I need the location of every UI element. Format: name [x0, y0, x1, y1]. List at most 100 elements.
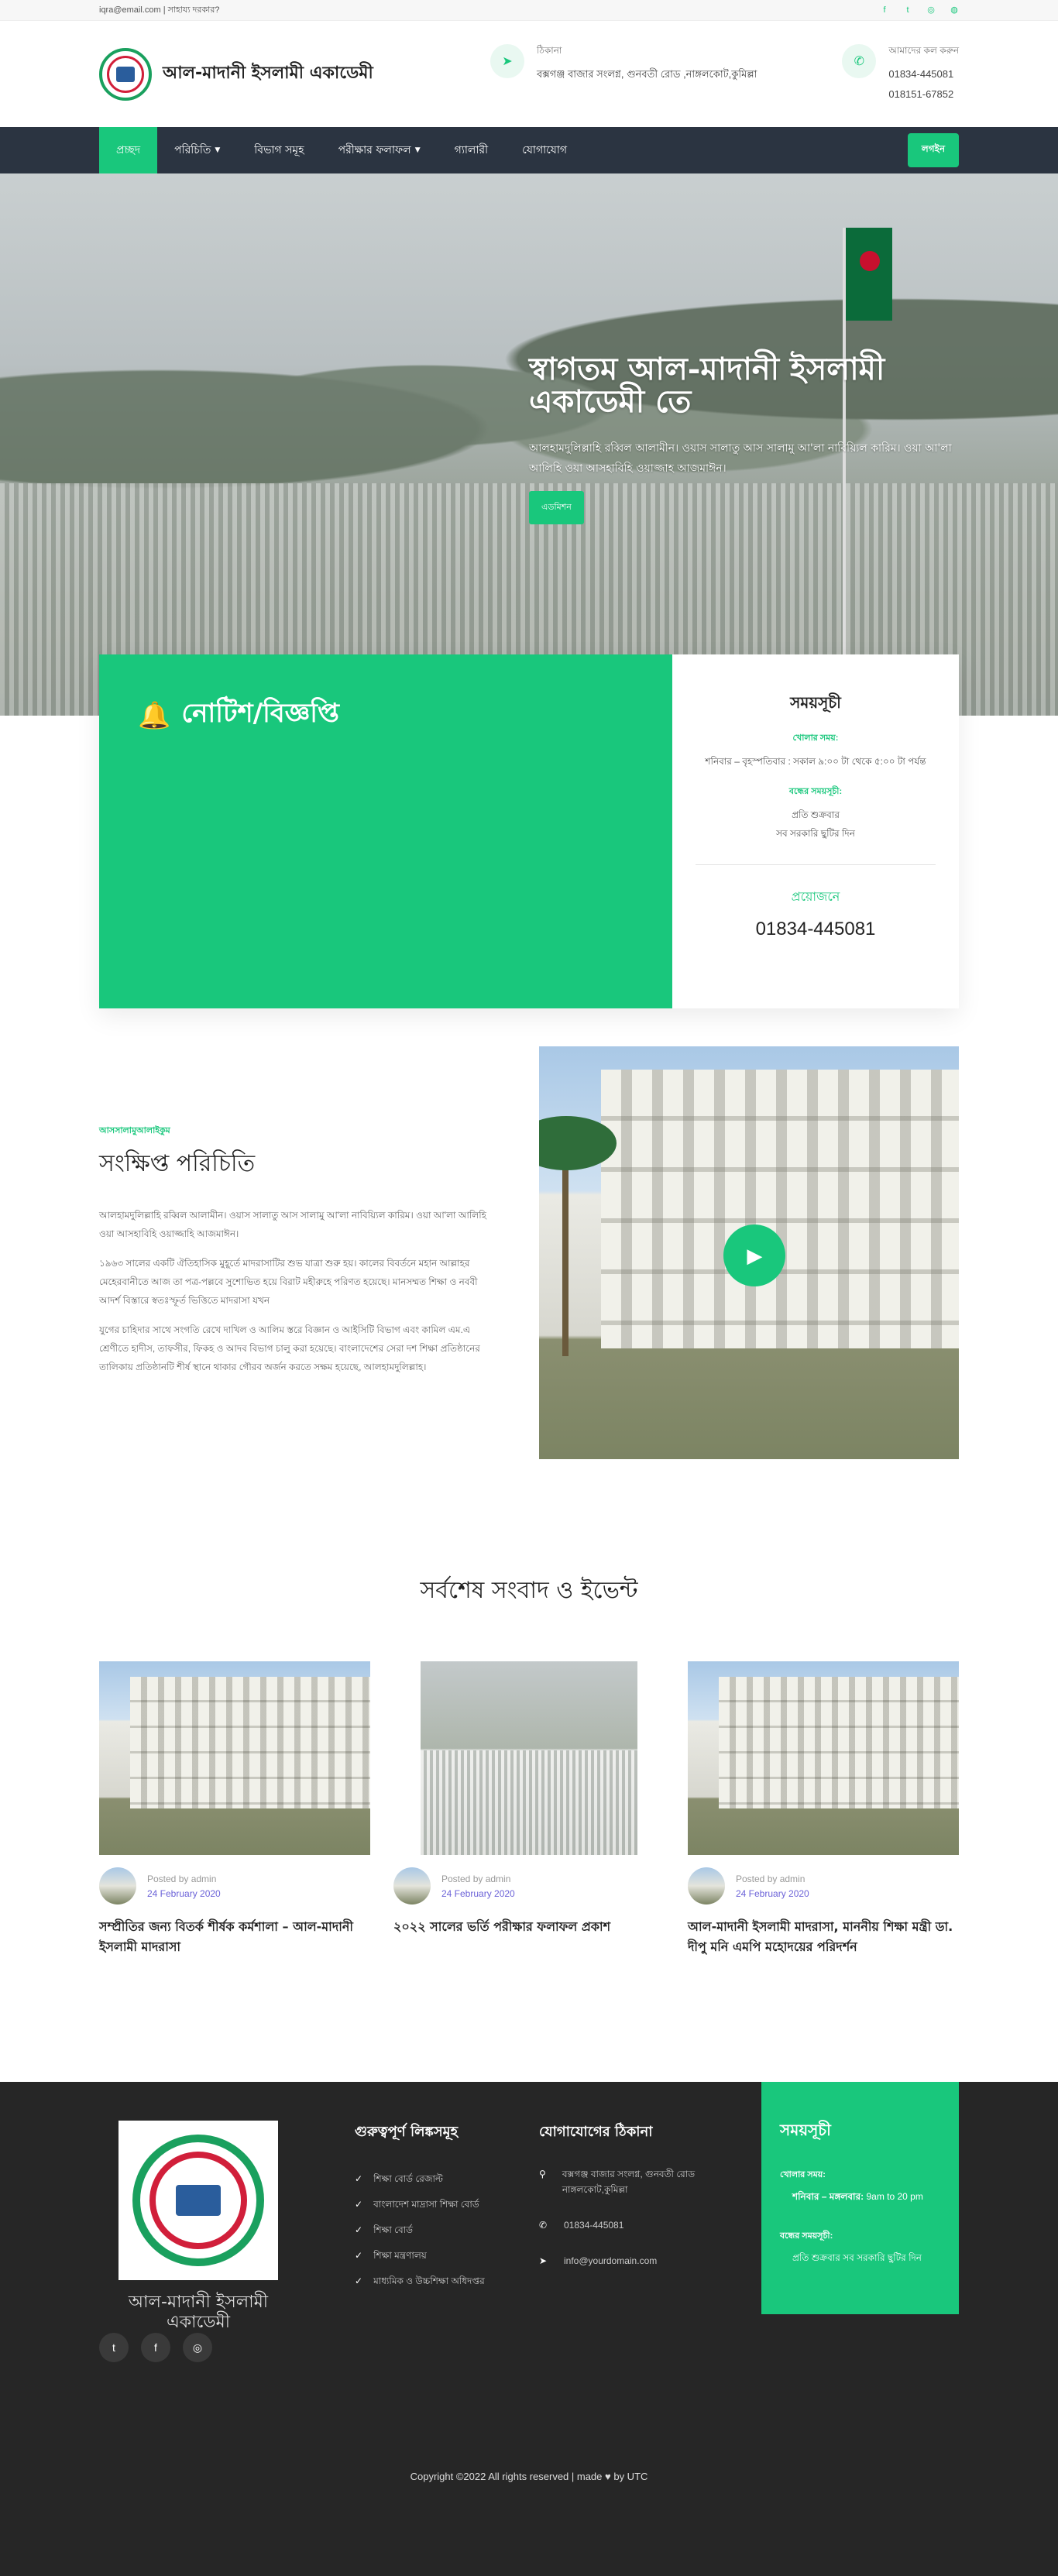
login-button[interactable]: লগইন [907, 133, 959, 167]
news-thumbnail[interactable] [421, 1661, 637, 1855]
footer-email-text: info@yourdomain.com [564, 2255, 658, 2266]
footer-links-title: গুরুত্বপূর্ণ লিঙ্কসমূহ [355, 2124, 459, 2140]
news-posted-by: Posted by admin [147, 1873, 217, 1884]
schedule-phone: 01834-445081 [755, 919, 876, 939]
avatar [99, 1867, 136, 1905]
news-posted-by: Posted by admin [736, 1873, 806, 1884]
site-header: আল-মাদানী ইসলামী একাডেমী ➤ ঠিকানা বক্সগঞ… [0, 21, 1058, 127]
news-thumbnail[interactable] [688, 1661, 959, 1855]
check-icon: ✓ [355, 2199, 363, 2210]
footer-link[interactable]: ✓ শিক্ষা বোর্ড রেজাল্ট [355, 2166, 485, 2192]
nav-item-label: পরীক্ষার ফলাফল [338, 144, 411, 156]
nav-item-gallery[interactable]: গ্যালারী [438, 127, 506, 173]
notice-title: নোটিশ/বিজ্ঞপ্তি [181, 698, 339, 729]
news-posted-by: Posted by admin [441, 1873, 511, 1884]
location-arrow-icon: ➤ [489, 43, 524, 78]
admission-button[interactable]: এডমিশন [529, 491, 584, 524]
news-meta: Posted by admin 24 February 2020 [99, 1867, 370, 1905]
chevron-down-icon: ▼ [215, 146, 221, 154]
footer-address: ⚲ বক্সগঞ্জ বাজার সংলগ্ন, গুনবতী রোড নাঙ্গ… [539, 2166, 733, 2197]
nav-item-departments[interactable]: বিভাগ সমূহ [237, 127, 321, 173]
news-date[interactable]: 24 February 2020 [441, 1888, 515, 1899]
logo[interactable] [99, 47, 152, 101]
facebook-icon[interactable]: f [880, 5, 889, 15]
news-title[interactable]: সম্প্রীতির জন্য বিতর্ক শীর্ষক কর্মশালা –… [99, 1917, 370, 1957]
hero-title: স্বাগতম আল-মাদানী ইসলামী একাডেমী তে [529, 351, 885, 420]
facebook-icon[interactable]: f [141, 2333, 170, 2362]
nav-item-label: গ্যালারী [454, 144, 489, 156]
hero-subtitle: আলহামদুলিল্লাহি রব্বিল আলামীন। ওয়াস সাল… [529, 442, 952, 475]
news-date[interactable]: 24 February 2020 [147, 1888, 221, 1899]
instagram-icon[interactable]: ◎ [183, 2333, 212, 2362]
nav-item-results[interactable]: পরীক্ষার ফলাফল ▼ [321, 127, 438, 173]
closed-time-value-2: সব সরকারি ছুটির দিন [776, 828, 855, 839]
footer-open-hours: 9am to 20 pm [866, 2191, 923, 2202]
footer-link[interactable]: ✓ শিক্ষা মন্ত্রণালয় [355, 2243, 485, 2269]
nav-item-label: বিভাগ সমূহ [254, 144, 304, 156]
footer-link[interactable]: ✓ মাধ্যমিক ও উচ্চশিক্ষা অধিদপ্তর [355, 2269, 485, 2294]
nav-item-contact[interactable]: যোগাযোগ [505, 127, 584, 173]
instagram-icon[interactable]: ◎ [926, 5, 936, 15]
footer-open-value: শনিবার – মঙ্গলবার: 9am to 20 pm [780, 2190, 940, 2206]
divider [696, 864, 936, 865]
dribbble-icon[interactable]: ◍ [950, 5, 959, 15]
footer-contact-title: যোগাযোগের ঠিকানা [539, 2124, 653, 2140]
news-meta: Posted by admin 24 February 2020 [393, 1867, 665, 1905]
footer-phone-text: 01834-445081 [564, 2220, 624, 2231]
twitter-icon[interactable]: t [903, 5, 912, 15]
main-nav: প্রচ্ছদ পরিচিতি ▼ বিভাগ সমূহ পরীক্ষার ফলা… [0, 127, 1058, 173]
play-icon[interactable]: ▶ [723, 1224, 786, 1286]
nav-item-home[interactable]: প্রচ্ছদ [99, 127, 158, 173]
call-block: ✆ আমাদের কল করুন 01834-445081 018151-678… [842, 43, 959, 105]
news-title[interactable]: আল-মাদানী ইসলামী মাদরাসা, মাননীয় শিক্ষা… [688, 1917, 959, 1957]
footer-social: t f ◎ [99, 2333, 212, 2362]
call-number-2: 018151-67852 [888, 88, 954, 100]
address-value: বক্সগঞ্জ বাজার সংলগ্ন, গুনবতী রোড ,নাঙ্গ… [536, 67, 757, 80]
about-paragraph: যুগের চাহিদার সাথে সংগতি রেখে দাখিল ও আল… [99, 1324, 480, 1372]
check-icon: ✓ [355, 2250, 363, 2261]
check-icon: ✓ [355, 2224, 363, 2235]
nav-item-about[interactable]: পরিচিতি ▼ [157, 127, 237, 173]
twitter-icon[interactable]: t [99, 2333, 129, 2362]
footer-closed-label: বন্ধের সময়সূচী: [780, 2231, 833, 2241]
footer-phone[interactable]: ✆ 01834-445081 [539, 2217, 733, 2233]
topbar-social: f t ◎ ◍ [880, 5, 959, 15]
footer-link[interactable]: ✓ শিক্ষা বোর্ড [355, 2217, 485, 2243]
about-paragraph: ১৯৬৩ সালের একটি ঐতিহাসিক মুহূর্তে মাদরাস… [99, 1258, 478, 1306]
news-card[interactable]: Posted by admin 24 February 2020 সম্প্রী… [99, 1661, 370, 1957]
call-label: আমাদের কল করুন [888, 44, 959, 56]
send-icon: ➤ [539, 2255, 548, 2266]
footer-open-days: শনিবার – মঙ্গলবার: [792, 2191, 864, 2202]
notice-panel: 🔔 নোটিশ/বিজ্ঞপ্তি [99, 654, 672, 1008]
footer-schedule: সময়সূচী খোলার সময়: শনিবার – মঙ্গলবার: … [761, 2082, 959, 2314]
brand[interactable]: আল-মাদানী ইসলামী একাডেমী [99, 47, 373, 101]
closed-time-value-1: প্রতি শুক্রবার [792, 809, 840, 820]
footer-link-label: শিক্ষা বোর্ড [373, 2224, 413, 2235]
news-card[interactable]: Posted by admin 24 February 2020 আল-মাদা… [688, 1661, 959, 1957]
footer-links: গুরুত্বপূর্ণ লিঙ্কসমূহ ✓ শিক্ষা বোর্ড রেজ… [355, 2121, 485, 2294]
news-card[interactable]: Posted by admin 24 February 2020 ২০২২ সা… [393, 1661, 665, 1957]
site-footer: আল-মাদানী ইসলামী একাডেমী গুরুত্বপূর্ণ লি… [0, 2082, 1058, 2576]
avatar [688, 1867, 725, 1905]
hero-text: স্বাগতম আল-মাদানী ইসলামী একাডেমী তে আলহা… [529, 353, 963, 524]
footer-email[interactable]: ➤ info@yourdomain.com [539, 2253, 733, 2269]
footer-link-label: বাংলাদেশ মাদ্রাসা শিক্ষা বোর্ড [373, 2199, 479, 2210]
avatar [393, 1867, 431, 1905]
footer-link-label: শিক্ষা বোর্ড রেজাল্ট [373, 2173, 443, 2184]
about-kicker: আসসালামুআলাইকুম [99, 1126, 170, 1135]
need-label: প্রয়োজনে [791, 891, 840, 904]
footer-address-text: বক্সগঞ্জ বাজার সংলগ্ন, গুনবতী রোড নাঙ্গল… [562, 2169, 696, 2195]
closed-time-label: বন্ধের সময়সূচী: [788, 787, 843, 796]
footer-link-label: মাধ্যমিক ও উচ্চশিক্ষা অধিদপ্তর [373, 2275, 485, 2286]
about-video-thumbnail: ▶ [539, 1046, 959, 1459]
bell-icon: 🔔 [138, 699, 171, 731]
schedule-title: সময়সূচী [790, 693, 841, 712]
footer-brand-name: আল-মাদানী ইসলামী একাডেমী [128, 2293, 269, 2332]
footer-schedule-title: সময়সূচী [780, 2121, 831, 2139]
about-title: সংক্ষিপ্ত পরিচিতি [99, 1150, 256, 1177]
footer-link[interactable]: ✓ বাংলাদেশ মাদ্রাসা শিক্ষা বোর্ড [355, 2192, 485, 2217]
news-thumbnail[interactable] [99, 1661, 370, 1855]
news-date[interactable]: 24 February 2020 [736, 1888, 809, 1899]
footer-logo [119, 2121, 278, 2280]
news-title[interactable]: ২০২২ সালের ভর্তি পরীক্ষার ফলাফল প্রকাশ [393, 1917, 665, 1937]
